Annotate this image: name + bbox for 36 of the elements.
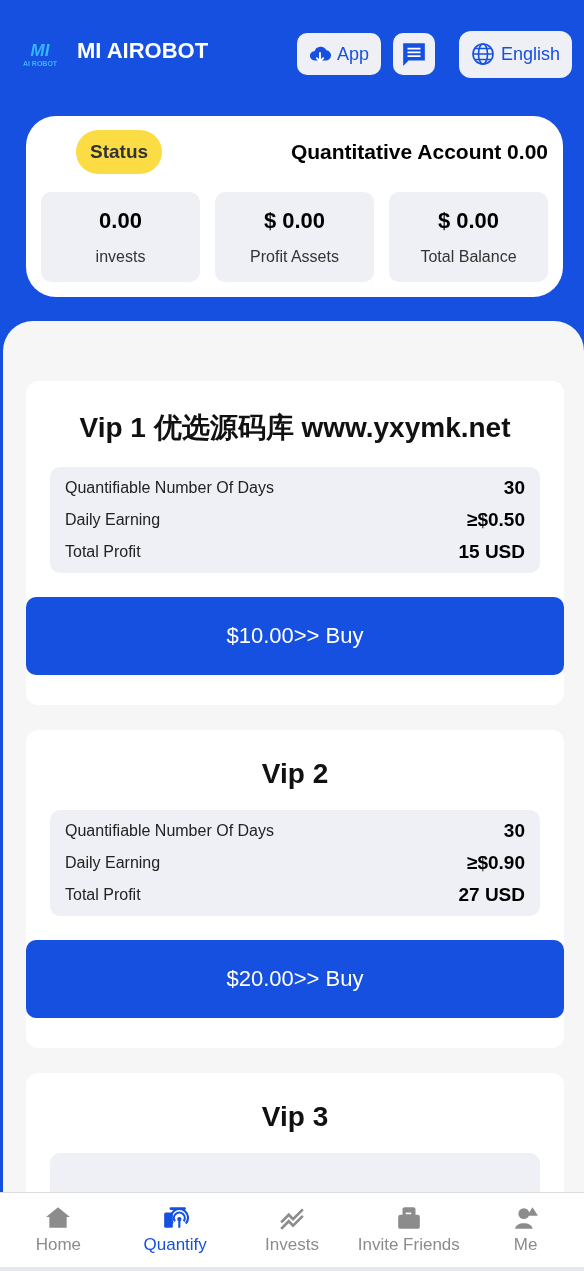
plan-title: Vip 3 [260, 1101, 330, 1133]
detail-value: ≥$0.50 [467, 509, 525, 531]
nav-tab[interactable]: Home [0, 1193, 117, 1267]
nav-tab[interactable]: Invite Friends [350, 1193, 468, 1267]
plan-title: Vip 1 优选源码库 www.yxymk.net [78, 411, 512, 445]
nav-tab[interactable]: Invests [233, 1193, 351, 1267]
app-title: MI AIROBOT [77, 38, 210, 64]
message-button[interactable] [392, 33, 435, 75]
detail-value: 30 [503, 820, 525, 842]
detail-label: Daily Earning [65, 511, 161, 529]
detail-label: Daily Earning [65, 854, 161, 872]
status-badge: Status [76, 130, 163, 174]
buy-button[interactable]: $10.00>> Buy [26, 597, 564, 675]
account-total: Quantitative Account 0.00 [290, 140, 548, 164]
detail-value: 15 USD [458, 541, 525, 563]
stat-label: invests [95, 248, 146, 266]
detail-value: 27 USD [458, 884, 525, 906]
detail-value: 30 [503, 477, 525, 499]
app-download-button[interactable]: App [296, 33, 381, 75]
detail-label: Total Profit [65, 886, 141, 904]
stat-value: 0.00 [99, 208, 142, 234]
detail-label: Total Profit [65, 543, 141, 561]
stat-value: $ 0.00 [263, 208, 326, 234]
language-button[interactable]: English [458, 30, 572, 78]
detail-label: Quantifiable Number Of Days [65, 822, 274, 840]
buy-button[interactable]: $20.00>> Buy [26, 940, 564, 1018]
detail-value: ≥$0.90 [467, 852, 525, 874]
detail-label: Quantifiable Number Of Days [65, 479, 274, 497]
stat-value: $ 0.00 [437, 208, 500, 234]
stat-label: Total Balance [420, 248, 517, 266]
stat-label: Profit Assets [250, 248, 339, 266]
globe-icon [470, 42, 495, 66]
nav-tab[interactable]: Me [467, 1193, 584, 1267]
nav-tab[interactable]: Quantify [116, 1193, 234, 1267]
plan-title: Vip 2 [260, 758, 330, 790]
message-icon [400, 41, 427, 67]
